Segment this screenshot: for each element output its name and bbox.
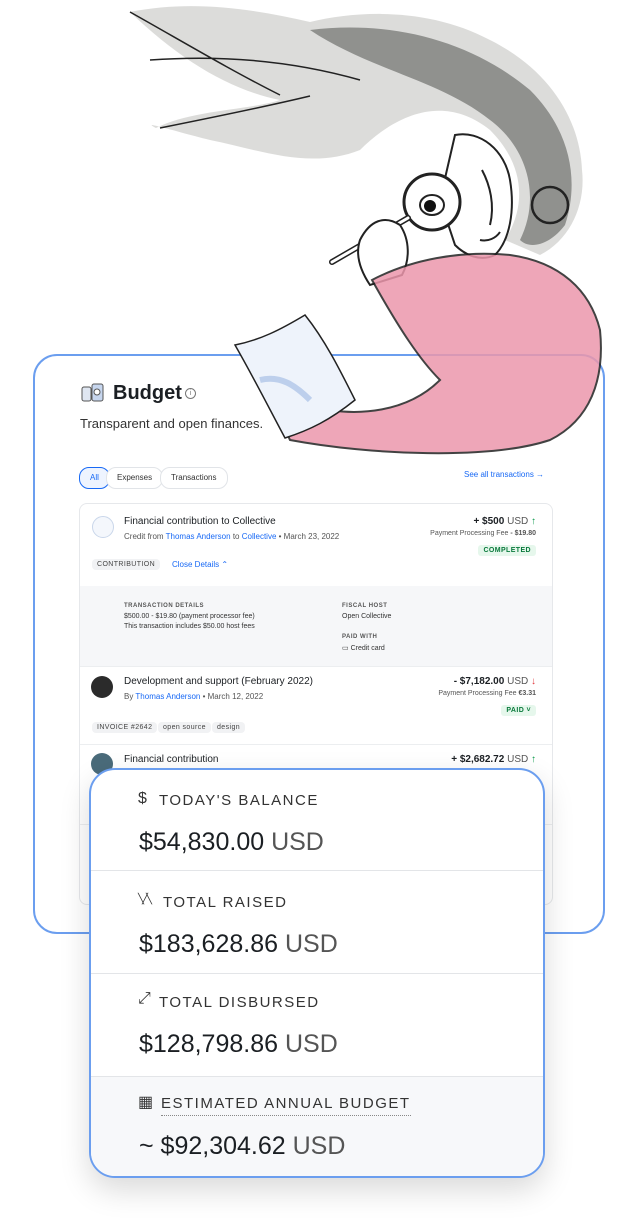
tx-1-meta: Credit from Thomas Anderson to Collectiv…	[124, 532, 340, 541]
stat-label: TODAY'S BALANCE	[159, 792, 319, 809]
stat-label: TOTAL RAISED	[163, 894, 288, 911]
filter-transactions[interactable]: Transactions	[160, 467, 228, 489]
budget-subtitle: Transparent and open finances.	[80, 416, 264, 431]
credit-card-icon: ▭	[342, 645, 349, 652]
see-all-transactions-link[interactable]: See all transactions →	[464, 470, 544, 479]
stat-todays-balance: $ TODAY'S BALANCE $54,830.00 USD	[91, 770, 543, 871]
stat-estimated-annual-budget: ▦ ESTIMATED ANNUAL BUDGET ~ $92,304.62 U…	[91, 1077, 543, 1176]
expand-arrows-icon: ⤢	[138, 990, 151, 1007]
tx-1-status-badge: COMPLETED	[478, 545, 536, 556]
tx-1-amount: + $500 USD ↑	[473, 516, 536, 527]
tx-2-tag-design: design	[212, 722, 246, 733]
close-details-button[interactable]: Close Details ⌃	[172, 560, 228, 569]
stat-total-raised: ╲╱╲ TOTAL RAISED $183,628.86 USD	[91, 871, 543, 974]
tx-1-title[interactable]: Financial contribution to Collective	[124, 516, 276, 527]
stat-value: $54,830.00 USD	[139, 828, 324, 856]
tx-2-status-dropdown[interactable]: PAID ˅	[501, 705, 536, 716]
stats-card: $ TODAY'S BALANCE $54,830.00 USD ╲╱╲ TOT…	[89, 768, 545, 1178]
collective-avatar	[92, 516, 114, 538]
arrow-down-icon: ↓	[531, 676, 536, 687]
tx-2-amount: - $7,182.00 USD ↓	[453, 676, 536, 687]
stat-value: $128,798.86 USD	[139, 1030, 338, 1058]
info-icon[interactable]: i	[185, 388, 196, 399]
tx-2-from-link[interactable]: Thomas Anderson	[135, 692, 200, 701]
tx-1-tag: CONTRIBUTION	[92, 559, 161, 570]
budget-title: Budget	[113, 382, 182, 404]
tx-2-fee: Payment Processing Fee €3.31	[438, 690, 536, 697]
fiscal-host-link[interactable]: Open Collective	[342, 613, 391, 620]
user-avatar[interactable]	[91, 676, 113, 698]
tx-1-to-link[interactable]: Collective	[242, 532, 277, 541]
stat-total-disbursed: ⤢ TOTAL DISBURSED $128,798.86 USD	[91, 974, 543, 1077]
stat-label[interactable]: ESTIMATED ANNUAL BUDGET	[161, 1095, 411, 1116]
tx-1-fee: Payment Processing Fee - $19.80	[430, 530, 536, 537]
trend-icon: ╲╱╲	[138, 894, 152, 905]
tx-3-amount: + $2,682.72 USD ↑	[451, 754, 536, 765]
stat-label: TOTAL DISBURSED	[159, 994, 320, 1011]
tx-2-title[interactable]: Development and support (February 2022)	[124, 676, 313, 687]
calendar-icon: ▦	[138, 1094, 154, 1111]
filter-expenses[interactable]: Expenses	[106, 467, 164, 489]
budget-icon	[81, 383, 104, 402]
dollar-icon: $	[138, 790, 147, 807]
tx-2-tag-open-source: open source	[158, 722, 211, 733]
tx-3-title[interactable]: Financial contribution	[124, 754, 219, 765]
stat-value: $183,628.86 USD	[139, 930, 338, 958]
arrow-up-icon: ↑	[531, 516, 536, 527]
tx-2-meta: By Thomas Anderson • March 12, 2022	[124, 692, 264, 701]
tx-1-details-panel: TRANSACTION DETAILS $500.00 - $19.80 (pa…	[80, 586, 552, 666]
stat-value: ~ $92,304.62 USD	[139, 1132, 346, 1160]
arrow-up-icon: ↑	[531, 754, 536, 765]
tx-2-tag-invoice: INVOICE #2642	[92, 722, 158, 733]
tx-1-from-link[interactable]: Thomas Anderson	[166, 532, 231, 541]
